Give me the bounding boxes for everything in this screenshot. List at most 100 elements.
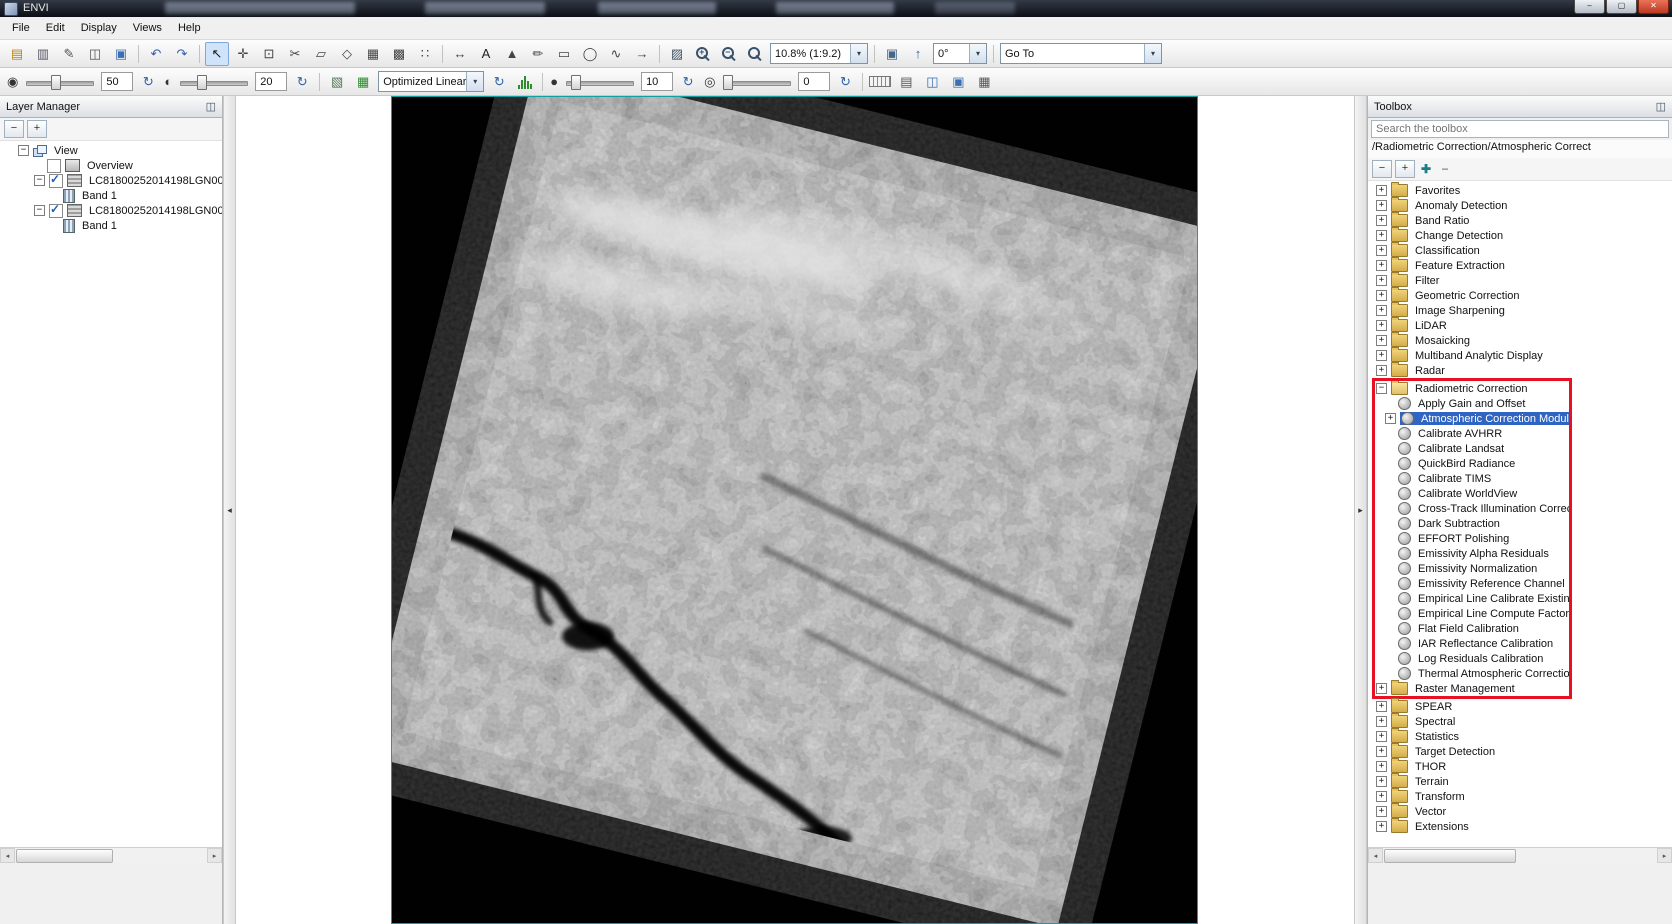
layer-row[interactable]: Band 1 bbox=[0, 218, 222, 233]
toolbox-folder[interactable]: +SPEAR bbox=[1368, 699, 1672, 714]
toolbox-tool[interactable]: Empirical Line Compute Factors bbox=[1375, 606, 1569, 621]
select-cursor-button[interactable]: ↖ bbox=[205, 42, 229, 66]
expander-toggle[interactable]: + bbox=[1376, 245, 1387, 256]
zoom-out-button[interactable]: − bbox=[717, 42, 741, 66]
sharpen-slider-thumb[interactable] bbox=[571, 75, 581, 90]
expander-toggle[interactable]: + bbox=[1376, 365, 1387, 376]
sharpen-slider[interactable] bbox=[564, 72, 636, 92]
expander-toggle[interactable]: − bbox=[34, 205, 45, 216]
expand-all-button[interactable]: + bbox=[27, 120, 47, 138]
toolbox-tool[interactable]: Cross-Track Illumination Correction bbox=[1375, 501, 1569, 516]
ellipse-annotation-button[interactable]: ◯ bbox=[578, 42, 602, 66]
expand-all-button[interactable]: + bbox=[1395, 160, 1415, 178]
transparency-slider[interactable] bbox=[721, 72, 793, 92]
brightness-value[interactable]: 50 bbox=[101, 72, 133, 91]
measure-button[interactable]: ↔ bbox=[448, 42, 472, 66]
transparency-value[interactable]: 0 bbox=[798, 72, 830, 91]
menu-item-file[interactable]: File bbox=[4, 19, 38, 37]
collapse-all-button[interactable]: − bbox=[1372, 160, 1392, 178]
expander-toggle[interactable]: + bbox=[1376, 731, 1387, 742]
chip-to-view-button[interactable]: ▣ bbox=[109, 42, 133, 66]
redacted-tab[interactable] bbox=[165, 2, 355, 14]
toolbox-tool[interactable]: Thermal Atmospheric Correction bbox=[1375, 666, 1569, 681]
expander-toggle[interactable]: + bbox=[1376, 260, 1387, 271]
panel-menu-icon[interactable]: ◫ bbox=[206, 100, 216, 113]
toolbox-tool[interactable]: Calibrate TIMS bbox=[1375, 471, 1569, 486]
toolbox-tool[interactable]: Apply Gain and Offset bbox=[1375, 396, 1569, 411]
toolbox-folder[interactable]: +Filter bbox=[1368, 273, 1672, 288]
expander-toggle[interactable]: − bbox=[1376, 383, 1387, 394]
grid-lines-button[interactable]: ▦ bbox=[361, 42, 385, 66]
menu-item-views[interactable]: Views bbox=[125, 19, 170, 37]
toolbox-folder[interactable]: −Radiometric Correction bbox=[1375, 381, 1569, 396]
minimize-button[interactable]: – bbox=[1574, 0, 1605, 14]
image-canvas[interactable] bbox=[391, 96, 1198, 924]
redacted-tab[interactable] bbox=[425, 2, 545, 14]
expander-toggle[interactable]: + bbox=[1376, 350, 1387, 361]
brightness-slider-thumb[interactable] bbox=[51, 75, 61, 90]
toolbox-folder[interactable]: +Image Sharpening bbox=[1368, 303, 1672, 318]
menu-item-display[interactable]: Display bbox=[73, 19, 125, 37]
collapse-left-icon[interactable]: ◂ bbox=[227, 505, 232, 516]
toolbox-search-input[interactable] bbox=[1371, 120, 1669, 138]
toolbox-folder[interactable]: +Anomaly Detection bbox=[1368, 198, 1672, 213]
stretch-type-combo[interactable]: Optimized Linear▾ bbox=[378, 71, 484, 92]
expander-toggle[interactable]: + bbox=[1376, 320, 1387, 331]
toolbox-folder[interactable]: +Target Detection bbox=[1368, 744, 1672, 759]
expander-toggle[interactable]: + bbox=[1376, 683, 1387, 694]
arrow-annotation-button[interactable]: → bbox=[630, 42, 654, 66]
expander-toggle[interactable]: + bbox=[1376, 716, 1387, 727]
export-view-button[interactable]: ◫ bbox=[83, 42, 107, 66]
toolbox-folder[interactable]: +Radar bbox=[1368, 363, 1672, 378]
layer-checkbox[interactable] bbox=[49, 204, 63, 218]
redacted-tab[interactable] bbox=[935, 2, 1015, 14]
toolbox-folder[interactable]: +THOR bbox=[1368, 759, 1672, 774]
polyline-annotation-button[interactable]: ∿ bbox=[604, 42, 628, 66]
snapshot-button[interactable]: ▣ bbox=[880, 42, 904, 66]
toolbox-tool[interactable]: Emissivity Reference Channel bbox=[1375, 576, 1569, 591]
layer-row[interactable]: −View bbox=[0, 143, 222, 158]
scroll-left-icon[interactable]: ◂ bbox=[1368, 848, 1383, 863]
toolbox-tool[interactable]: Calibrate AVHRR bbox=[1375, 426, 1569, 441]
zoom-in-button[interactable]: + bbox=[691, 42, 715, 66]
scroll-track[interactable] bbox=[1383, 848, 1657, 863]
scroll-left-icon[interactable]: ◂ bbox=[0, 848, 15, 863]
north-up-button[interactable]: ↑ bbox=[906, 42, 930, 66]
expander-toggle[interactable]: + bbox=[1376, 776, 1387, 787]
expander-toggle[interactable]: + bbox=[1376, 746, 1387, 757]
expander-toggle[interactable]: + bbox=[1376, 335, 1387, 346]
menu-item-edit[interactable]: Edit bbox=[38, 19, 73, 37]
layer-row[interactable]: Band 1 bbox=[0, 188, 222, 203]
layer-row[interactable]: −LC81800252014198LGN00_ bbox=[0, 203, 222, 218]
toolbox-tool[interactable]: Emissivity Normalization bbox=[1375, 561, 1569, 576]
transparency-reset-button[interactable]: ↻ bbox=[833, 70, 857, 94]
goto-combo-arrow[interactable]: ▾ bbox=[1144, 44, 1161, 63]
toolbox-tool[interactable]: IAR Reflectance Calibration bbox=[1375, 636, 1569, 651]
open-file-button[interactable]: ▤ bbox=[5, 42, 29, 66]
layer-row[interactable]: −LC81800252014198LGN00_ bbox=[0, 173, 222, 188]
toolbox-folder[interactable]: +Raster Management bbox=[1375, 681, 1569, 696]
histogram-stretch-button[interactable]: ▦ bbox=[351, 70, 375, 94]
data-manager-button[interactable]: ▥ bbox=[31, 42, 55, 66]
remove-button[interactable]: − bbox=[1437, 161, 1453, 177]
polygon-roi-button[interactable]: ▱ bbox=[309, 42, 333, 66]
polyline-roi-button[interactable]: ◇ bbox=[335, 42, 359, 66]
toolbox-folder[interactable]: +Statistics bbox=[1368, 729, 1672, 744]
rotation-combo-arrow[interactable]: ▾ bbox=[969, 44, 986, 63]
pencil-annotation-button[interactable]: ✏ bbox=[526, 42, 550, 66]
toolbox-tool[interactable]: QuickBird Radiance bbox=[1375, 456, 1569, 471]
toolbox-folder[interactable]: +Feature Extraction bbox=[1368, 258, 1672, 273]
expander-toggle[interactable]: + bbox=[1376, 761, 1387, 772]
toolbox-tool[interactable]: Calibrate Landsat bbox=[1375, 441, 1569, 456]
toolbox-tool[interactable]: Emissivity Alpha Residuals bbox=[1375, 546, 1569, 561]
contrast-slider-thumb[interactable] bbox=[197, 75, 207, 90]
toolbox-tool[interactable]: Log Residuals Calibration bbox=[1375, 651, 1569, 666]
zoom-level-combo-arrow[interactable]: ▾ bbox=[850, 44, 867, 63]
toolbox-folder[interactable]: +Geometric Correction bbox=[1368, 288, 1672, 303]
scroll-right-icon[interactable]: ▸ bbox=[207, 848, 222, 863]
expander-toggle[interactable]: + bbox=[1376, 305, 1387, 316]
toolbox-folder[interactable]: +Classification bbox=[1368, 243, 1672, 258]
expander-toggle[interactable]: + bbox=[1376, 791, 1387, 802]
undo-button[interactable]: ↶ bbox=[144, 42, 168, 66]
expander-toggle[interactable]: − bbox=[18, 145, 29, 156]
